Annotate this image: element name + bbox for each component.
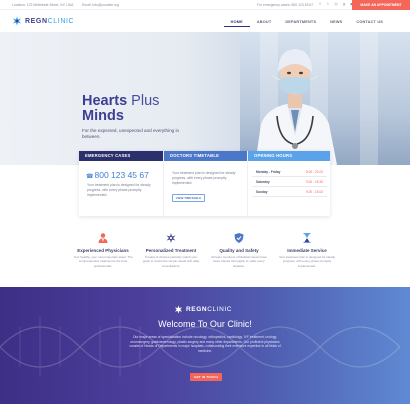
address-text: Location: 123 Whitebest Street, NY, USA — [12, 3, 74, 7]
welcome-logo: REGNCLINIC — [174, 305, 232, 314]
facebook-icon[interactable]: f — [318, 2, 322, 7]
doctor-icon — [98, 233, 108, 243]
hours-list: Monday - Friday 8.00 - 20.00 Saturday 9.00… — [252, 167, 327, 197]
social-links: f t ◎ g ▶ — [318, 2, 354, 7]
feature-desc: Treatment choices perfectly match your g… — [142, 255, 200, 268]
feature-item: Quality and Safety All team members of M… — [206, 232, 272, 268]
top-bar: Location: 123 Whitebest Street, NY, USA … — [0, 0, 410, 10]
page: Location: 123 Whitebest Street, NY, USA … — [0, 0, 410, 420]
main-header: REGNCLINIC HOME ABOUT DEPARTMENTS NEWS C… — [0, 10, 410, 32]
feature-item: Experienced Physicians Your healthy, you… — [70, 232, 136, 268]
opening-hours-heading: OPENING HOURS — [248, 151, 330, 161]
logo-icon — [174, 305, 183, 314]
feature-title: Quality and Safety — [219, 248, 259, 253]
feature-title: Personalized Treatment — [145, 248, 197, 253]
nav-departments[interactable]: DEPARTMENTS — [278, 18, 323, 27]
hours-row: Monday - Friday 8.00 - 20.00 — [252, 167, 327, 177]
feature-desc: Your healthy, your most important asset.… — [73, 255, 133, 268]
hero-section: Hearts Plus Minds For the expected, unex… — [0, 32, 410, 165]
medical-cross-icon — [166, 233, 176, 243]
opening-hours-card: OPENING HOURS Monday - Friday 8.00 - 20.0… — [247, 151, 330, 216]
welcome-section: REGNCLINIC Welcome To Our Clinic! Our ma… — [0, 287, 410, 404]
hours-row: Saturday 9.00 - 18.30 — [252, 177, 327, 187]
welcome-logo-text: REGNCLINIC — [186, 306, 233, 313]
feature-title: Immediate Service — [287, 248, 327, 253]
hero-title: Hearts Plus Minds — [82, 93, 160, 124]
feature-item: Immediate Service Your treatment plan is… — [274, 232, 340, 268]
nav-home[interactable]: HOME — [223, 18, 250, 27]
timetable-text: Your treatment plan is designed for stea… — [172, 171, 236, 185]
phone-icon: ☎ — [86, 174, 94, 180]
make-appointment-button[interactable]: MAKE AN APPOINTMENT — [352, 0, 410, 10]
welcome-text: Our major areas of specialization includ… — [129, 335, 281, 353]
emergency-heading: EMERGENCY CASES — [79, 151, 163, 161]
welcome-heading: Welcome To Our Clinic! — [158, 319, 252, 329]
nav-about[interactable]: ABOUT — [250, 18, 279, 27]
nav-contact[interactable]: CONTACT US — [349, 18, 390, 27]
feature-desc: Your treatment plan is designed for stea… — [278, 255, 336, 268]
nav-news[interactable]: NEWS — [323, 18, 349, 27]
hours-row: Sunday 9.00 - 15.00 — [252, 187, 327, 197]
emergency-phone-text: For emergency cases: 800 123 45 67 — [257, 3, 314, 7]
hourglass-icon — [303, 233, 311, 243]
emergency-card: EMERGENCY CASES ☎800 123 45 67 Your trea… — [79, 151, 163, 216]
google-plus-icon[interactable]: g — [342, 2, 346, 7]
instagram-icon[interactable]: ◎ — [334, 2, 338, 7]
logo-icon — [13, 16, 21, 26]
emergency-phone[interactable]: ☎800 123 45 67 — [86, 170, 149, 180]
shield-icon — [234, 233, 244, 243]
get-in-touch-button[interactable]: GET IN TOUCH — [190, 373, 222, 381]
twitter-icon[interactable]: t — [326, 2, 330, 7]
info-cards: EMERGENCY CASES ☎800 123 45 67 Your trea… — [79, 151, 330, 216]
feature-desc: All team members of Medical Center have … — [211, 255, 267, 268]
doctor-photo — [255, 49, 337, 165]
hero-subtitle: For the expected, unexpected and everyth… — [82, 128, 180, 139]
features-row: Experienced Physicians Your healthy, you… — [70, 232, 340, 282]
timetable-heading: DOCTORS TIMETABLE — [164, 151, 247, 161]
emergency-text: Your treatment plan is designed for stea… — [87, 183, 151, 197]
email-link[interactable]: Email: info@yoursite.org — [82, 3, 119, 7]
main-nav: HOME ABOUT DEPARTMENTS NEWS CONTACT US — [223, 18, 390, 27]
feature-title: Experienced Physicians — [77, 248, 129, 253]
feature-item: Personalized Treatment Treatment choices… — [138, 232, 204, 268]
timetable-card: DOCTORS TIMETABLE Your treatment plan is… — [163, 151, 247, 216]
logo-text: REGNCLINIC — [25, 17, 75, 25]
site-logo[interactable]: REGNCLINIC — [12, 16, 74, 26]
view-timetable-button[interactable]: VIEW TIMETABLE — [172, 194, 205, 202]
